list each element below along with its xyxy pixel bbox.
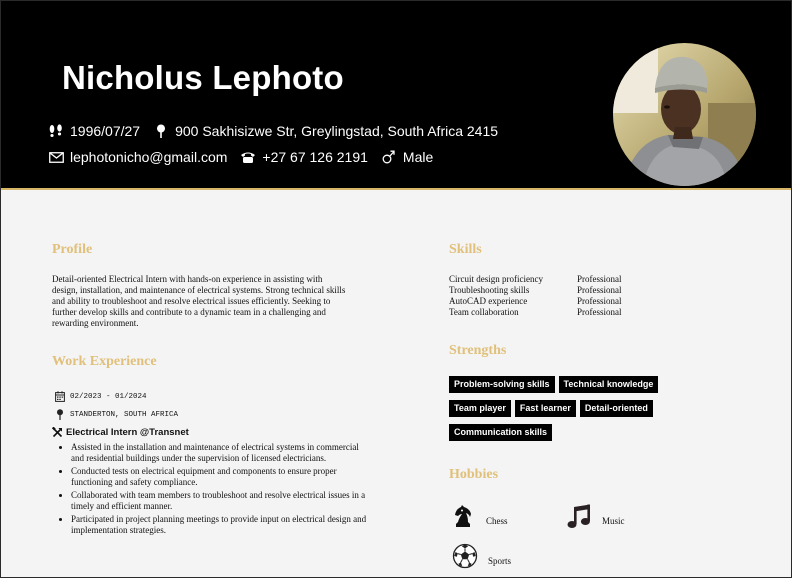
strength-tag: Fast learner [514,400,576,417]
table-row: AutoCAD experience Professional [449,296,622,307]
job-location: STANDERTON, SOUTH AFRICA [54,409,178,420]
skill-level: Professional [577,296,622,306]
tag-row: Communication skills [449,424,709,441]
hobby-chess: Chess [450,504,508,530]
date-range-text: 02/2023 - 01/2024 [70,392,147,401]
list-item: Assisted in the installation and mainten… [71,442,371,464]
location-pin-icon [152,124,170,138]
phone-item: +27 67 126 2191 [239,149,368,165]
hobby-label: Sports [488,556,512,566]
contact-row-2: lephotonicho@gmail.com +27 67 126 2191 M… [47,149,445,165]
music-notes-icon [566,504,592,530]
list-item: Participated in project planning meeting… [71,514,371,536]
hobby-sports: Sports [452,543,511,569]
calendar-icon [54,391,65,402]
job-duties-list: Assisted in the installation and mainten… [52,442,371,538]
location-text: STANDERTON, SOUTH AFRICA [70,410,179,419]
gender-item: Male [380,149,433,165]
location-pin-icon [54,409,65,420]
candidate-name: Nicholus Lephoto [62,59,344,96]
table-row: Circuit design proficiency Professional [449,274,622,285]
strength-tag: Team player [449,400,511,417]
skill-level: Professional [577,285,622,295]
skill-name: Team collaboration [449,307,519,317]
strength-tag: Problem-solving skills [449,376,555,393]
hobbies-heading: Hobbies [449,467,499,482]
skill-name: Circuit design proficiency [449,274,543,284]
strengths-heading: Strengths [449,343,507,358]
work-experience-heading: Work Experience [52,354,157,369]
profile-heading: Profile [52,242,93,257]
address-item: 900 Sakhisizwe Str, Greylingstad, South … [152,123,498,139]
job-date-range: 02/2023 - 01/2024 [54,391,147,402]
phone-text: +27 67 126 2191 [262,149,368,165]
job-title-text: Electrical Intern @Transnet [66,427,189,438]
resume-header: Nicholus Lephoto 1996/07/27 900 Sakhisiz… [1,1,791,190]
skill-name: Troubleshooting skills [449,285,530,295]
strength-tag: Detail-oriented [579,400,653,417]
list-item: Conducted tests on electrical equipment … [71,466,371,488]
email-item: lephotonicho@gmail.com [47,149,227,165]
footprints-icon [47,124,65,138]
strengths-tags: Problem-solving skills Technical knowled… [449,376,709,448]
skills-table: Circuit design proficiency Professional … [449,274,622,318]
birthdate-item: 1996/07/27 [47,123,140,139]
skills-heading: Skills [449,242,482,257]
soccer-ball-icon [452,543,478,569]
birthdate-text: 1996/07/27 [70,123,141,139]
skill-name: AutoCAD experience [449,296,528,306]
email-link[interactable]: lephotonicho@gmail.com [70,149,227,165]
contact-row-1: 1996/07/27 900 Sakhisizwe Str, Greylings… [47,123,510,139]
list-item: Collaborated with team members to troubl… [71,490,371,512]
envelope-icon [47,150,65,164]
profile-photo [613,43,756,186]
hobby-music: Music [566,504,625,530]
address-text: 900 Sakhisizwe Str, Greylingstad, South … [175,123,499,139]
profile-summary: Detail-oriented Electrical Intern with h… [52,274,346,328]
strength-tag: Communication skills [449,424,553,441]
hobby-label: Music [602,516,625,526]
male-symbol-icon [380,150,398,164]
tools-icon [52,427,63,438]
job-title: Electrical Intern @Transnet [52,427,189,438]
hobby-label: Chess [486,516,508,526]
strength-tag: Technical knowledge [558,376,659,393]
skill-level: Professional [577,307,622,317]
chess-knight-icon [450,504,476,530]
gender-text: Male [402,149,434,165]
table-row: Team collaboration Professional [449,307,622,318]
skill-level: Professional [577,274,622,284]
table-row: Troubleshooting skills Professional [449,285,622,296]
resume-page: Nicholus Lephoto 1996/07/27 900 Sakhisiz… [0,0,792,578]
tag-row: Team player Fast learner Detail-oriented [449,400,709,417]
tag-row: Problem-solving skills Technical knowled… [449,376,709,393]
telephone-icon [239,150,257,164]
